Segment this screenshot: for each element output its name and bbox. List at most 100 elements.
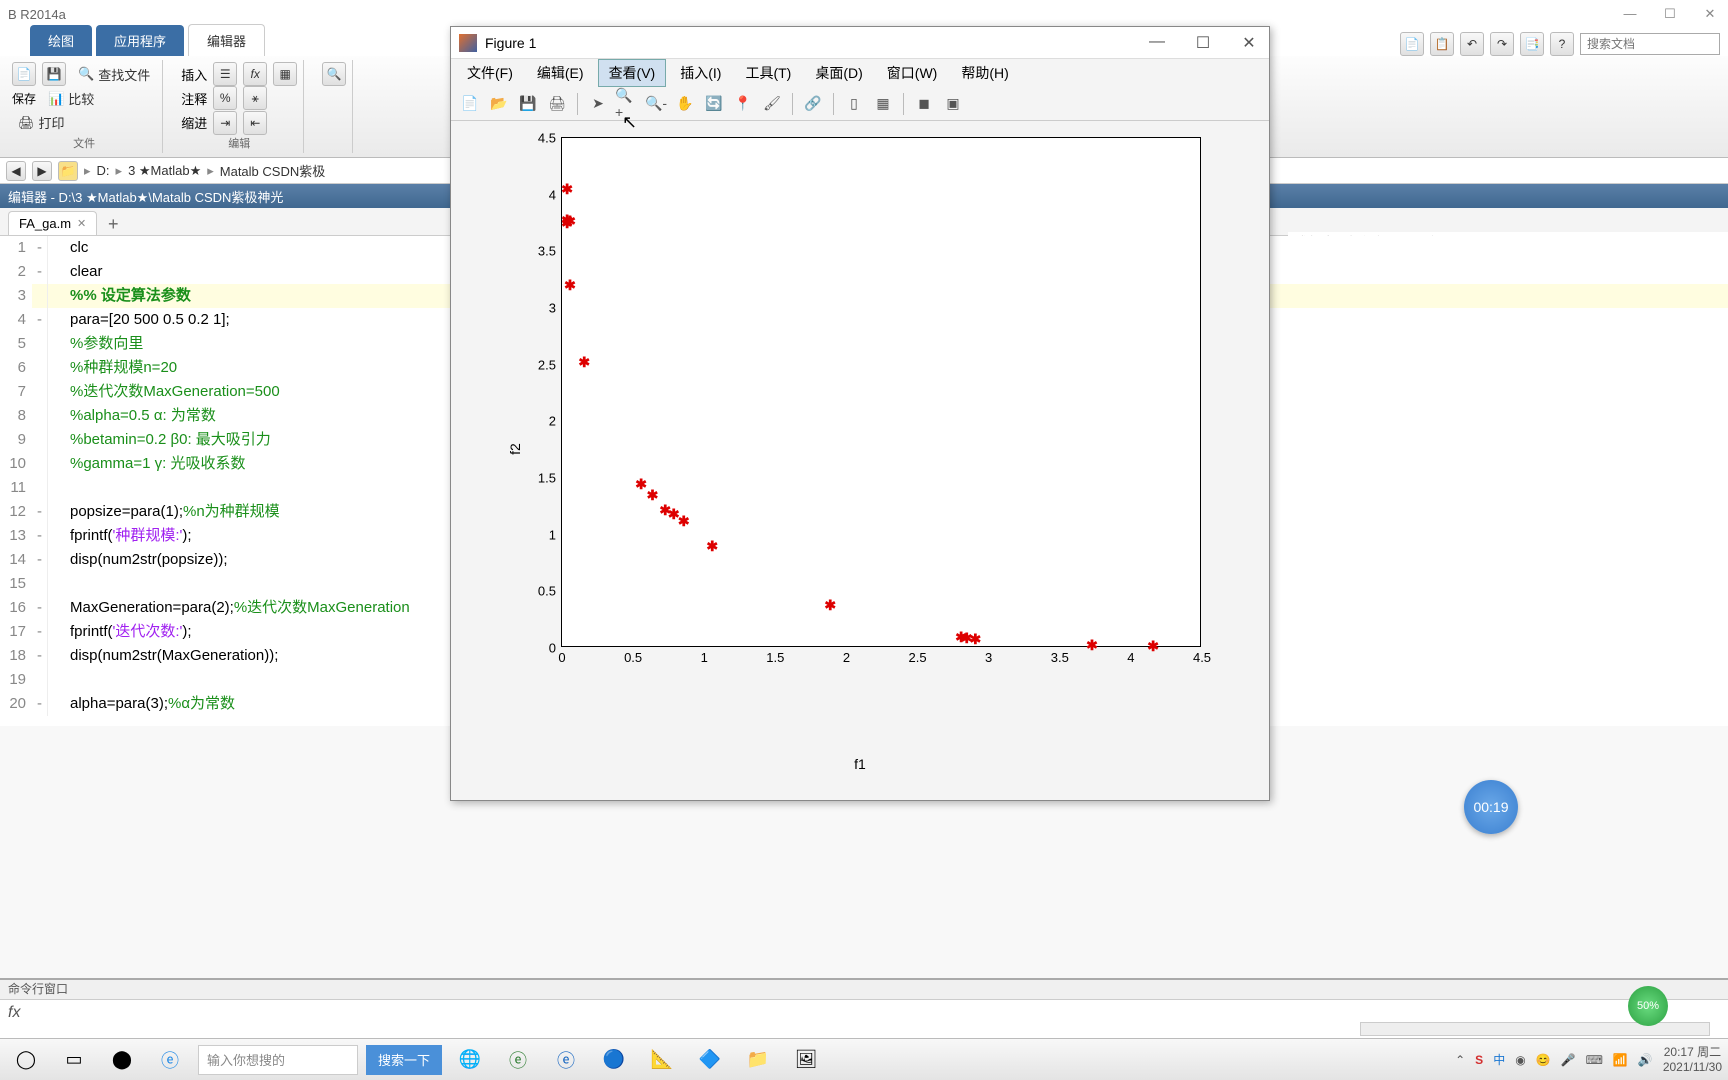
figure-menu-item[interactable]: 工具(T) (735, 60, 801, 86)
insert-section-icon[interactable]: ☰ (213, 62, 237, 86)
goto-icon[interactable]: 🔍 (322, 62, 346, 86)
tray-icon[interactable]: ◉ (1515, 1053, 1525, 1067)
fig-minimize-icon[interactable]: — (1145, 33, 1169, 53)
toolbar-icon[interactable]: 📑 (1520, 32, 1544, 56)
fig-close-icon[interactable]: ✕ (1237, 33, 1261, 53)
figure-menu-item[interactable]: 窗口(W) (877, 60, 948, 86)
ime-icon[interactable]: S (1475, 1053, 1483, 1067)
figure-menu-item[interactable]: 文件(F) (457, 60, 523, 86)
search-docs-input[interactable] (1580, 33, 1720, 55)
pan-icon[interactable]: ✋ (672, 91, 698, 117)
maximize-icon[interactable]: ☐ (1660, 6, 1680, 22)
zoom-out-icon[interactable]: 🔍- (643, 91, 669, 117)
tray-icon[interactable]: 😊 (1536, 1053, 1551, 1067)
data-point: ✱ (1086, 640, 1096, 650)
colorbar-icon[interactable]: ▯ (841, 91, 867, 117)
ime-lang-icon[interactable]: 中 (1493, 1051, 1505, 1068)
volume-icon[interactable]: 🔊 (1638, 1053, 1653, 1067)
y-tick: 4.5 (538, 131, 562, 146)
zoom-in-icon[interactable]: 🔍+ (614, 91, 640, 117)
app-icon[interactable]: ⓔ (546, 1043, 586, 1077)
network-icon[interactable]: 📶 (1613, 1053, 1628, 1067)
mic-icon[interactable]: 🎤 (1561, 1053, 1576, 1067)
new-figure-icon[interactable]: 📄 (457, 91, 483, 117)
dock-icon[interactable]: ◼ (911, 91, 937, 117)
app-icon[interactable]: 🔷 (690, 1043, 730, 1077)
insert-fx-icon[interactable]: fx (243, 62, 267, 86)
pointer-icon[interactable]: ➤ (585, 91, 611, 117)
data-point: ✱ (824, 600, 834, 610)
y-tick: 4 (549, 187, 562, 202)
brush-icon[interactable]: 🖌 (759, 91, 785, 117)
toolbar-icon[interactable]: ↶ (1460, 32, 1484, 56)
close-icon[interactable]: ✕ (1700, 6, 1720, 22)
path-seg[interactable]: Matalb CSDN紫极 (220, 161, 325, 180)
keyboard-icon[interactable]: ⌨ (1586, 1053, 1603, 1067)
uncomment-icon[interactable]: ⚹ (243, 86, 267, 110)
close-tab-icon[interactable]: ✕ (77, 217, 86, 230)
link-icon[interactable]: 🔗 (800, 91, 826, 117)
indent-icon[interactable]: ⇥ (213, 111, 237, 135)
ribbon-tab-editor[interactable]: 编辑器 (188, 24, 265, 56)
photos-icon[interactable]: 🖼 (786, 1043, 826, 1077)
save-figure-icon[interactable]: 💾 (515, 91, 541, 117)
help-icon[interactable]: ? (1550, 32, 1574, 56)
taskbar: ◯ ▭ ⬤ ⓔ 输入你想搜的 搜索一下 🌐 ⓔ ⓔ 🔵 📐 🔷 📁 🖼 ⌃ S … (0, 1038, 1728, 1080)
new-file-icon[interactable]: 📄 (12, 62, 36, 86)
obs-icon[interactable]: ⬤ (102, 1043, 142, 1077)
back-icon[interactable]: ◀ (6, 161, 26, 181)
indent-label: 缩进 (181, 113, 207, 132)
ribbon-tab-apps[interactable]: 应用程序 (96, 25, 184, 56)
figure-titlebar[interactable]: Figure 1 — ☐ ✕ (451, 27, 1269, 59)
comment-icon[interactable]: % (213, 86, 237, 110)
add-tab-button[interactable]: + (101, 214, 125, 235)
path-seg[interactable]: D: (97, 163, 110, 178)
minimize-icon[interactable]: — (1620, 6, 1640, 22)
figure-menu-item[interactable]: 插入(I) (670, 60, 731, 86)
command-window-title: 命令行窗口 (0, 980, 1728, 1000)
figure-menu-item[interactable]: 桌面(D) (805, 60, 872, 86)
tray-icon[interactable]: ⌃ (1455, 1053, 1465, 1067)
axes[interactable]: 00.511.522.533.544.500.511.522.533.544.5… (561, 137, 1201, 647)
ie-icon[interactable]: ⓔ (150, 1043, 190, 1077)
start-icon[interactable]: ◯ (6, 1043, 46, 1077)
taskbar-search-button[interactable]: 搜索一下 (366, 1045, 442, 1075)
open-icon[interactable]: 📂 (486, 91, 512, 117)
figure-menu-item[interactable]: 帮助(H) (951, 60, 1018, 86)
print-button[interactable]: 🖨打印 (12, 111, 71, 134)
print-figure-icon[interactable]: 🖨 (544, 91, 570, 117)
rotate-icon[interactable]: 🔄 (701, 91, 727, 117)
explorer-icon[interactable]: 📁 (738, 1043, 778, 1077)
figure-window[interactable]: Figure 1 — ☐ ✕ 文件(F)编辑(E)查看(V)插入(I)工具(T)… (450, 26, 1270, 801)
legend-icon[interactable]: ▦ (870, 91, 896, 117)
path-seg[interactable]: 3 ★Matlab★ (128, 163, 201, 179)
fig-maximize-icon[interactable]: ☐ (1191, 33, 1215, 53)
find-files-button[interactable]: 🔍查找文件 (72, 63, 156, 86)
layout-icon[interactable]: ▣ (940, 91, 966, 117)
insert-block-icon[interactable]: ▦ (273, 62, 297, 86)
matlab-taskbar-icon[interactable]: 📐 (642, 1043, 682, 1077)
data-point: ✱ (578, 357, 588, 367)
ribbon-tab-plot[interactable]: 绘图 (30, 25, 92, 56)
toolbar-icon[interactable]: ↷ (1490, 32, 1514, 56)
timer-widget[interactable]: 00:19 (1464, 780, 1518, 834)
taskview-icon[interactable]: ▭ (54, 1043, 94, 1077)
app-icon[interactable]: ⓔ (498, 1043, 538, 1077)
app-icon[interactable]: 🌐 (450, 1043, 490, 1077)
datacursor-icon[interactable]: 📍 (730, 91, 756, 117)
taskbar-search[interactable]: 输入你想搜的 (198, 1045, 358, 1075)
system-tray: ⌃ S 中 ◉ 😊 🎤 ⌨ 📶 🔊 20:17 周二 2021/11/30 (1455, 1045, 1722, 1074)
percent-widget[interactable]: 50% (1628, 986, 1668, 1026)
compare-button[interactable]: 📊比较 (42, 87, 100, 110)
tray-clock[interactable]: 20:17 周二 2021/11/30 (1663, 1045, 1722, 1074)
file-tab[interactable]: FA_ga.m ✕ (8, 211, 97, 235)
figure-menu-item[interactable]: 查看(V) (598, 59, 667, 87)
outdent-icon[interactable]: ⇤ (243, 111, 267, 135)
figure-menu-item[interactable]: 编辑(E) (527, 60, 594, 86)
app-icon[interactable]: 🔵 (594, 1043, 634, 1077)
save-icon[interactable]: 💾 (42, 62, 66, 86)
fwd-icon[interactable]: ▶ (32, 161, 52, 181)
folder-icon[interactable]: 📁 (58, 161, 78, 181)
toolbar-icon[interactable]: 📄 (1400, 32, 1424, 56)
toolbar-icon[interactable]: 📋 (1430, 32, 1454, 56)
